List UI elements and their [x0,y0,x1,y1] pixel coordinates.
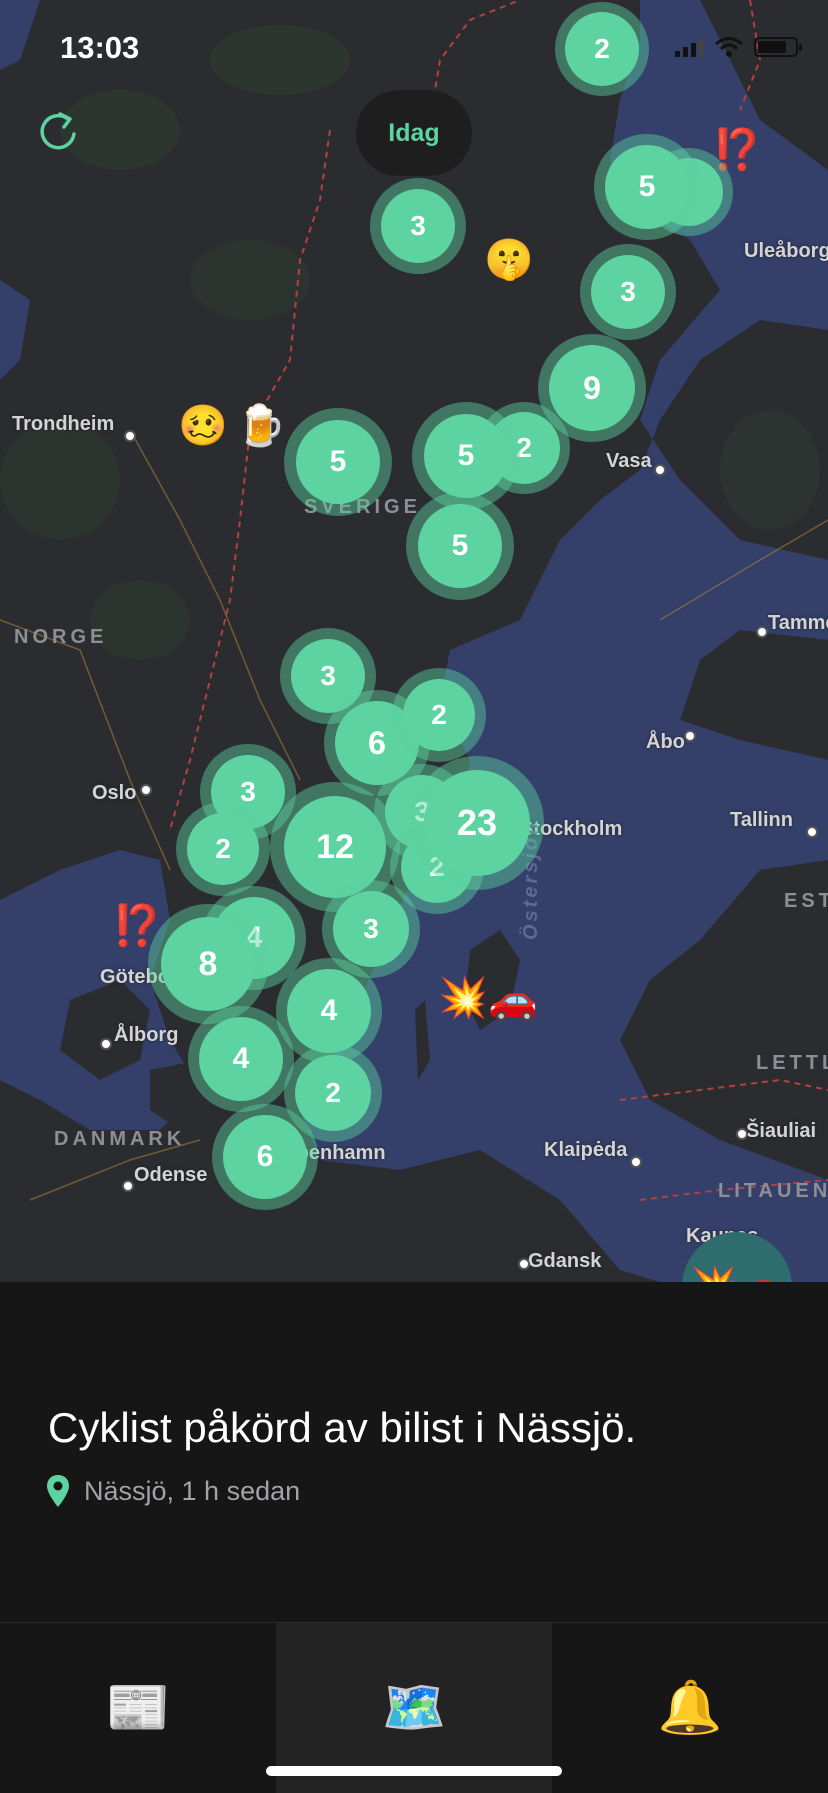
cluster-count: 23 [424,770,530,876]
cluster-count: 5 [296,420,380,504]
cluster-marker[interactable]: 23 [410,756,544,890]
place-label: Gdansk [528,1250,602,1272]
cluster-count: 5 [605,145,689,229]
cluster-count: 3 [333,891,409,967]
today-filter-button[interactable]: Idag [356,90,472,176]
cluster-count: 2 [403,679,475,751]
place-dot [756,626,768,638]
place-label: Tammerfors [768,612,828,634]
cluster-marker[interactable]: 4 [188,1006,294,1112]
cluster-marker[interactable]: 5 [284,408,392,516]
cluster-marker[interactable]: 9 [538,334,646,442]
place-dot [100,1038,112,1050]
tab-news[interactable]: 📰 [0,1623,276,1793]
place-dot [630,1156,642,1168]
newspaper-icon: 📰 [105,1679,171,1737]
place-dot [122,1180,134,1192]
status-time: 13:03 [60,30,140,65]
place-dot [654,464,666,476]
bell-icon: 🔔 [657,1679,723,1737]
refresh-icon[interactable] [38,110,80,152]
cluster-count: 9 [549,345,635,431]
map-view[interactable]: Trondheim Uleåborg Vasa Tammerfors Åbo O… [0,0,828,1282]
cluster-marker[interactable]: 6 [212,1104,318,1210]
cluster-count: 5 [418,504,502,588]
wifi-icon [715,37,743,57]
cluster-count: 2 [187,813,259,885]
place-label: Uleåborg [744,240,828,262]
cluster-marker[interactable]: 2 [176,802,270,896]
location-pin-icon [47,1475,69,1507]
status-icons [675,36,802,58]
place-label: Odense [134,1164,208,1186]
country-label: ESTLAND [784,890,828,912]
cluster-count: 2 [565,12,639,86]
cluster-count: 3 [591,255,665,329]
event-location-row: Nässjö, 1 h sedan [46,1474,300,1508]
place-label: Tallinn [730,809,793,831]
place-label: Åbo [646,731,685,753]
cluster-count: 3 [381,189,455,263]
shush-marker[interactable]: 🤫 [484,240,534,280]
country-label: NORGE [14,626,108,648]
place-dot [806,826,818,838]
place-label: Šiauliai [746,1120,817,1142]
place-label: Ålborg [114,1024,179,1046]
place-label: Trondheim [12,413,115,435]
car-marker[interactable]: 🚗 [488,980,538,1020]
place-dot [518,1258,530,1270]
country-label: DANMARK [54,1128,186,1150]
event-location-time: Nässjö, 1 h sedan [84,1475,301,1506]
signal-icon [675,37,704,57]
home-indicator [266,1766,562,1776]
beer-marker[interactable]: 🍺 [236,406,286,446]
cluster-marker[interactable]: 5 [594,134,700,240]
country-label: LITAUEN [718,1180,828,1202]
cluster-count: 6 [223,1115,307,1199]
cluster-marker[interactable]: 3 [370,178,466,274]
place-label: Vasa [606,450,652,472]
event-title: Cyklist påkörd av bilist i Nässjö. [48,1404,637,1451]
tab-notifications[interactable]: 🔔 [552,1623,828,1793]
place-dot [736,1128,748,1140]
country-label: LETTLAND [756,1052,828,1074]
place-label: Oslo [92,782,137,804]
collision-marker[interactable]: 💥 [438,978,488,1018]
cluster-count: 4 [199,1017,283,1101]
battery-icon [754,37,802,57]
cluster-count: 4 [287,969,371,1053]
place-label: Klaipėda [544,1139,628,1161]
place-dot [140,784,152,796]
cluster-marker[interactable]: 5 [406,492,514,600]
place-dot [684,730,696,742]
cluster-count: 5 [424,414,508,498]
woozy-marker[interactable]: 🥴 [178,406,228,446]
cluster-marker[interactable]: 2 [392,668,486,762]
event-detail-sheet[interactable]: Cyklist påkörd av bilist i Nässjö. Nässj… [0,1282,828,1622]
cluster-count: 8 [161,917,255,1011]
cluster-count: 2 [295,1055,371,1131]
place-dot [124,430,136,442]
cluster-marker[interactable]: 3 [580,244,676,340]
cluster-marker[interactable]: 2 [555,2,649,96]
